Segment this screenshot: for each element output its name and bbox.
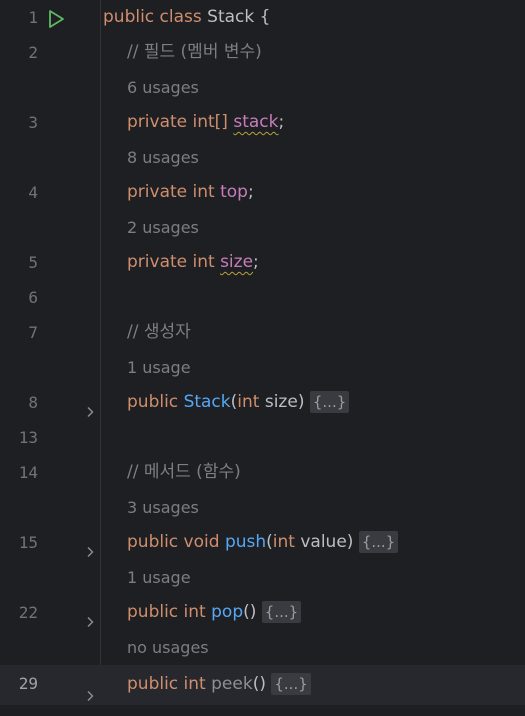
line-number: 22 bbox=[18, 603, 38, 622]
code-line-2[interactable]: 2 // 필드 (멤버 변수) bbox=[0, 35, 525, 70]
usage-hint-row: 8 usages bbox=[0, 140, 525, 175]
fold-chevron-icon[interactable] bbox=[84, 606, 96, 627]
keyword: public class bbox=[103, 7, 208, 27]
line-number: 4 bbox=[28, 183, 38, 202]
code-text[interactable]: public Stack(int size) {...} bbox=[127, 385, 350, 420]
field-name: stack bbox=[233, 112, 279, 132]
method-name: peek bbox=[211, 674, 253, 694]
folded-block[interactable]: {...} bbox=[358, 531, 399, 553]
param-name: size) bbox=[259, 392, 310, 412]
paren: ( bbox=[266, 532, 273, 552]
param-type: int bbox=[237, 392, 260, 412]
semicolon: ; bbox=[278, 112, 285, 132]
line-number: 6 bbox=[28, 288, 38, 307]
keyword: private int[] bbox=[127, 112, 234, 132]
method-name: push bbox=[224, 532, 267, 552]
paren: () bbox=[243, 602, 262, 622]
semicolon: ; bbox=[253, 252, 259, 272]
semicolon: ; bbox=[247, 182, 254, 202]
code-text[interactable]: public void push(int value) {...} bbox=[127, 525, 399, 560]
keyword: public bbox=[127, 392, 184, 412]
line-number: 5 bbox=[28, 253, 38, 272]
line-number: 3 bbox=[28, 113, 38, 132]
code-line-3[interactable]: 3 private int[] stack; bbox=[0, 105, 525, 140]
code-text[interactable]: private int top; bbox=[127, 175, 254, 210]
code-line-7[interactable]: 7 // 생성자 bbox=[0, 315, 525, 350]
usage-hint-row: 3 usages bbox=[0, 490, 525, 525]
keyword: public int bbox=[127, 674, 212, 694]
param-type: int bbox=[272, 532, 295, 552]
run-icon[interactable] bbox=[46, 7, 66, 28]
code-text[interactable]: private int size; bbox=[127, 245, 259, 280]
method-name: pop bbox=[211, 602, 244, 622]
code-line-13[interactable]: 13 bbox=[0, 420, 525, 455]
comment: // 생성자 bbox=[127, 322, 191, 342]
line-number: 7 bbox=[28, 323, 38, 342]
keyword: public int bbox=[127, 602, 212, 622]
code-line-22[interactable]: 22 public int pop() {...} bbox=[0, 595, 525, 630]
usage-hint-row: 2 usages bbox=[0, 210, 525, 245]
line-number: 15 bbox=[18, 533, 38, 552]
fold-chevron-icon[interactable] bbox=[84, 536, 96, 557]
code-text[interactable]: public int peek() {...} bbox=[127, 665, 311, 703]
method-name: Stack bbox=[183, 392, 231, 412]
keyword: private int bbox=[127, 252, 221, 272]
usages-hint[interactable]: 3 usages bbox=[127, 490, 199, 525]
field-name: top bbox=[220, 182, 248, 202]
code-line-15[interactable]: 15 public void push(int value) {...} bbox=[0, 525, 525, 560]
line-number: 14 bbox=[18, 463, 38, 482]
usages-hint[interactable]: 1 usage bbox=[127, 560, 191, 595]
line-number: 2 bbox=[28, 43, 38, 62]
folded-block[interactable]: {...} bbox=[271, 673, 311, 695]
code-editor[interactable]: 1 public class Stack { 2 // 필드 (멤버 변수) 6… bbox=[0, 0, 525, 705]
usages-hint[interactable]: no usages bbox=[127, 630, 209, 665]
usages-hint[interactable]: 1 usage bbox=[127, 350, 191, 385]
fold-chevron-icon[interactable] bbox=[84, 678, 96, 701]
code-line-1[interactable]: 1 public class Stack { bbox=[0, 0, 525, 35]
line-number: 13 bbox=[18, 428, 38, 447]
code-text[interactable]: private int[] stack; bbox=[127, 105, 284, 140]
code-line-6[interactable]: 6 bbox=[0, 280, 525, 315]
folded-block[interactable]: {...} bbox=[261, 601, 302, 623]
field-name: size bbox=[220, 252, 254, 272]
class-name: Stack { bbox=[207, 7, 271, 27]
fold-chevron-icon[interactable] bbox=[84, 396, 96, 417]
usage-hint-row: 6 usages bbox=[0, 70, 525, 105]
code-line-14[interactable]: 14 // 메서드 (함수) bbox=[0, 455, 525, 490]
paren: () bbox=[252, 674, 272, 694]
usage-hint-row: 1 usage bbox=[0, 560, 525, 595]
line-number: 8 bbox=[28, 393, 38, 412]
line-number: 29 bbox=[18, 674, 38, 693]
code-line-8[interactable]: 8 public Stack(int size) {...} bbox=[0, 385, 525, 420]
code-line-4[interactable]: 4 private int top; bbox=[0, 175, 525, 210]
comment: // 필드 (멤버 변수) bbox=[127, 42, 262, 62]
code-text[interactable]: public class Stack { bbox=[103, 0, 270, 35]
usages-hint[interactable]: 8 usages bbox=[127, 140, 199, 175]
keyword: private int bbox=[127, 182, 221, 202]
usage-hint-row: no usages bbox=[0, 630, 525, 665]
usage-hint-row: 1 usage bbox=[0, 350, 525, 385]
code-line-29[interactable]: 29 public int peek() {...} bbox=[0, 665, 525, 705]
usages-hint[interactable]: 6 usages bbox=[127, 70, 199, 105]
keyword: public void bbox=[127, 532, 225, 552]
usages-hint[interactable]: 2 usages bbox=[127, 210, 199, 245]
line-number: 1 bbox=[28, 8, 38, 27]
folded-block[interactable]: {...} bbox=[309, 391, 350, 413]
param-name: value) bbox=[294, 532, 359, 552]
code-text[interactable]: public int pop() {...} bbox=[127, 595, 302, 630]
comment: // 메서드 (함수) bbox=[127, 462, 241, 482]
code-line-5[interactable]: 5 private int size; bbox=[0, 245, 525, 280]
